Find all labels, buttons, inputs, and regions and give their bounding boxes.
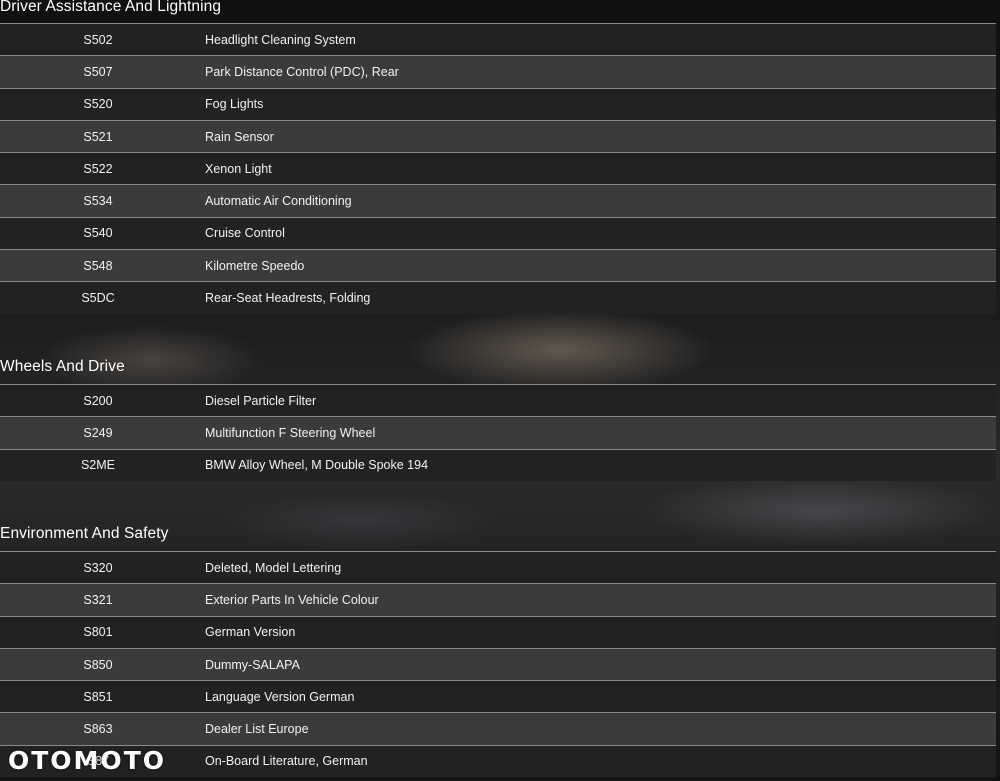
option-code: S863 xyxy=(83,722,113,737)
table-row: S801 German Version xyxy=(0,615,996,648)
table-row: S850 Dummy-SALAPA xyxy=(0,647,996,681)
option-description: BMW Alloy Wheel, M Double Spoke 194 xyxy=(205,458,429,473)
option-code: S520 xyxy=(83,97,113,112)
environment-and-safety-table: S320 Deleted, Model Lettering S321 Exterio… xyxy=(0,551,996,778)
table-row: S2ME BMW Alloy Wheel, M Double Spoke 194 xyxy=(0,448,996,481)
option-code: S200 xyxy=(83,393,113,408)
option-code: S534 xyxy=(83,194,113,209)
table-row: S507 Park Distance Control (PDC), Rear xyxy=(0,55,996,88)
option-code: S850 xyxy=(83,657,113,672)
option-code: S521 xyxy=(83,129,113,144)
option-description: Diesel Particle Filter xyxy=(205,393,317,408)
option-description: Headlight Cleaning System xyxy=(205,32,356,47)
option-description: German Version xyxy=(205,625,296,640)
option-code: S502 xyxy=(83,32,113,47)
option-description: Automatic Air Conditioning xyxy=(205,194,352,209)
wheels-and-drive-table: S200 Diesel Particle Filter S249 Multifunc… xyxy=(0,384,996,481)
table-row: S320 Deleted, Model Lettering xyxy=(0,551,996,584)
option-description: Cruise Control xyxy=(205,226,285,241)
option-code: S851 xyxy=(83,689,113,704)
table-row: S249 Multifunction F Steering Wheel xyxy=(0,416,996,449)
option-description: Kilometre Speedo xyxy=(205,258,305,273)
section-title-driver-assistance: Driver Assistance And Lightning xyxy=(0,0,222,15)
option-code: S249 xyxy=(83,425,113,440)
otomoto-watermark-logo: OTOMOTO xyxy=(8,746,166,775)
option-code: S2ME xyxy=(80,458,116,473)
table-row: S540 Cruise Control xyxy=(0,216,996,250)
option-description: Deleted, Model Lettering xyxy=(205,560,342,575)
option-code: S320 xyxy=(83,560,113,575)
section-title-environment-and-safety: Environment And Safety xyxy=(0,525,169,542)
table-row: S5DC Rear-Seat Headrests, Folding xyxy=(0,281,996,314)
option-description: Exterior Parts In Vehicle Colour xyxy=(205,592,379,607)
driver-assistance-table: S502 Headlight Cleaning System S507 Park D… xyxy=(0,23,996,314)
option-description: Language Version German xyxy=(205,689,355,704)
table-row: S863 Dealer List Europe xyxy=(0,712,996,745)
table-row: S548 Kilometre Speedo xyxy=(0,249,996,282)
option-description: Rear-Seat Headrests, Folding xyxy=(205,291,371,306)
option-description: Dealer List Europe xyxy=(205,722,309,737)
table-row: S521 Rain Sensor xyxy=(0,119,996,153)
option-description: Dummy-SALAPA xyxy=(205,657,300,672)
table-row: S520 Fog Lights xyxy=(0,87,996,120)
option-description: Fog Lights xyxy=(205,97,264,112)
table-row: S534 Automatic Air Conditioning xyxy=(0,184,996,217)
table-row: S200 Diesel Particle Filter xyxy=(0,384,996,417)
option-description: Rain Sensor xyxy=(205,129,274,144)
option-code: S5DC xyxy=(81,291,115,306)
option-description: On-Board Literature, German xyxy=(205,754,368,769)
section-title-wheels-and-drive: Wheels And Drive xyxy=(0,358,125,375)
option-description: Multifunction F Steering Wheel xyxy=(205,425,376,440)
table-row: S321 Exterior Parts In Vehicle Colour xyxy=(0,583,996,616)
table-row: S502 Headlight Cleaning System xyxy=(0,23,996,56)
option-code: S540 xyxy=(83,226,113,241)
option-code: S507 xyxy=(83,64,113,79)
option-code: S548 xyxy=(83,258,113,273)
option-description: Park Distance Control (PDC), Rear xyxy=(205,64,399,79)
table-row: S851 Language Version German xyxy=(0,680,996,713)
option-code: S321 xyxy=(83,592,113,607)
option-code: S801 xyxy=(83,625,113,640)
option-description: Xenon Light xyxy=(205,161,272,176)
option-code: S522 xyxy=(83,161,113,176)
table-row: S522 Xenon Light xyxy=(0,152,996,185)
equipment-page: Driver Assistance And Lightning S502 Head… xyxy=(0,0,1000,781)
